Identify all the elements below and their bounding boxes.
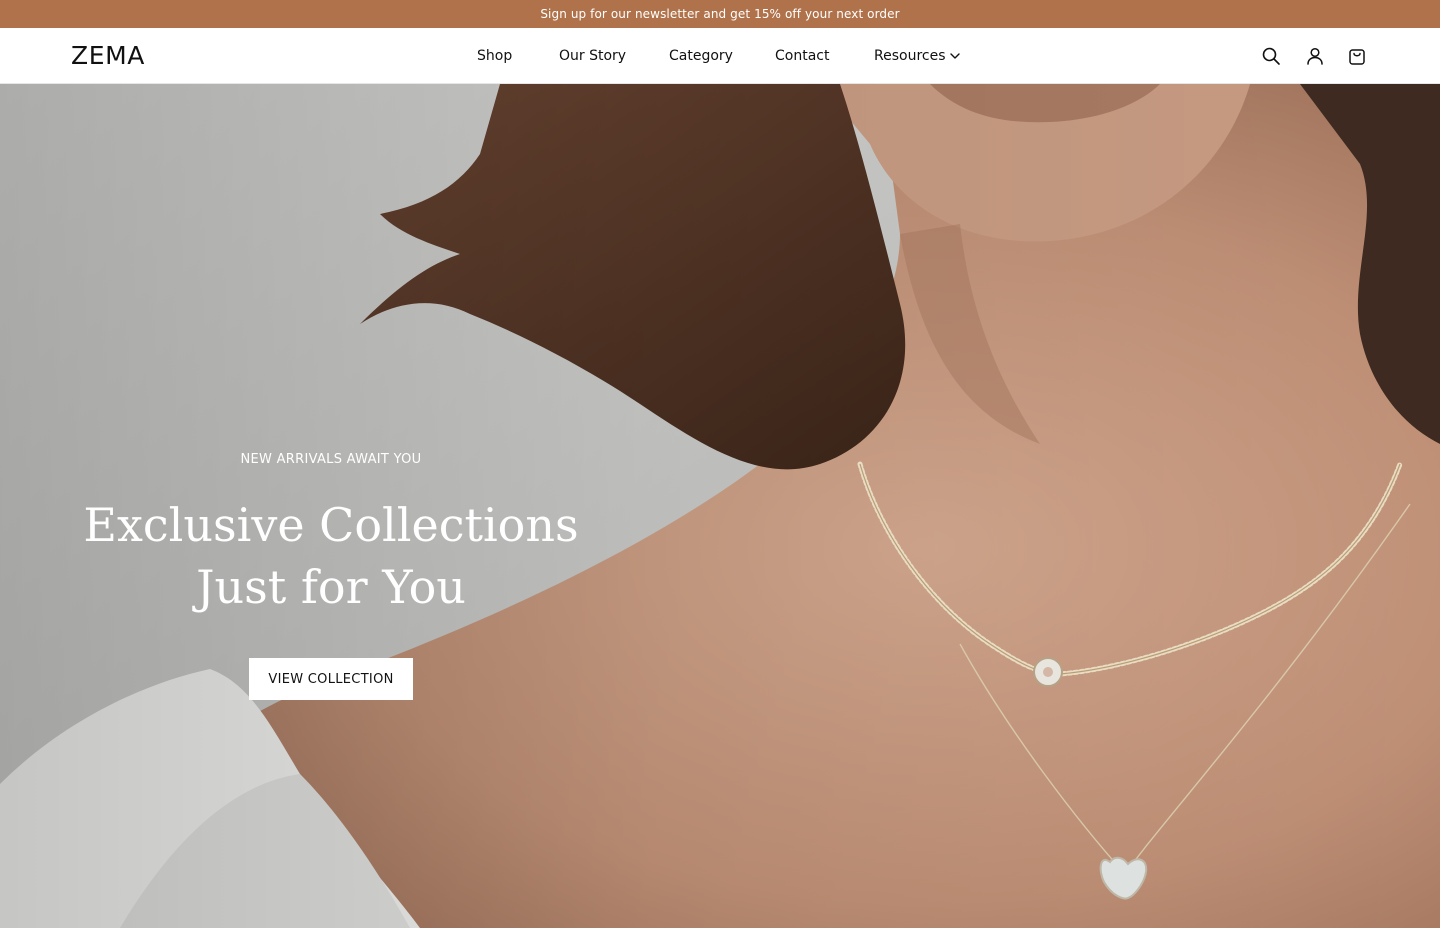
view-collection-button[interactable]: VIEW COLLECTION: [249, 658, 413, 700]
announcement-bar: Sign up for our newsletter and get 15% o…: [0, 0, 1440, 28]
hero-banner: NEW ARRIVALS AWAIT YOU Exclusive Collect…: [0, 84, 1440, 928]
announcement-text: Sign up for our newsletter and get 15% o…: [540, 7, 900, 21]
nav-item-contact[interactable]: Contact: [775, 46, 829, 66]
hero-headline: Exclusive Collections Just for You: [81, 494, 581, 618]
hero-headline-line1: Exclusive Collections: [83, 498, 579, 552]
nav-item-category[interactable]: Category: [669, 46, 733, 66]
search-icon[interactable]: [1261, 46, 1281, 66]
hero-eyebrow: NEW ARRIVALS AWAIT YOU: [240, 452, 422, 467]
site-header: ZEMA Shop Our Story Category Contact Res…: [0, 28, 1440, 84]
nav-item-resources[interactable]: Resources: [874, 46, 946, 66]
account-icon[interactable]: [1305, 46, 1325, 66]
logo[interactable]: ZEMA: [71, 41, 145, 71]
hero-headline-line2: Just for You: [196, 560, 466, 614]
chevron-down-icon[interactable]: [948, 48, 962, 62]
cart-icon[interactable]: [1347, 46, 1367, 66]
nav-item-shop[interactable]: Shop: [477, 46, 512, 66]
nav-item-our-story[interactable]: Our Story: [559, 46, 626, 66]
